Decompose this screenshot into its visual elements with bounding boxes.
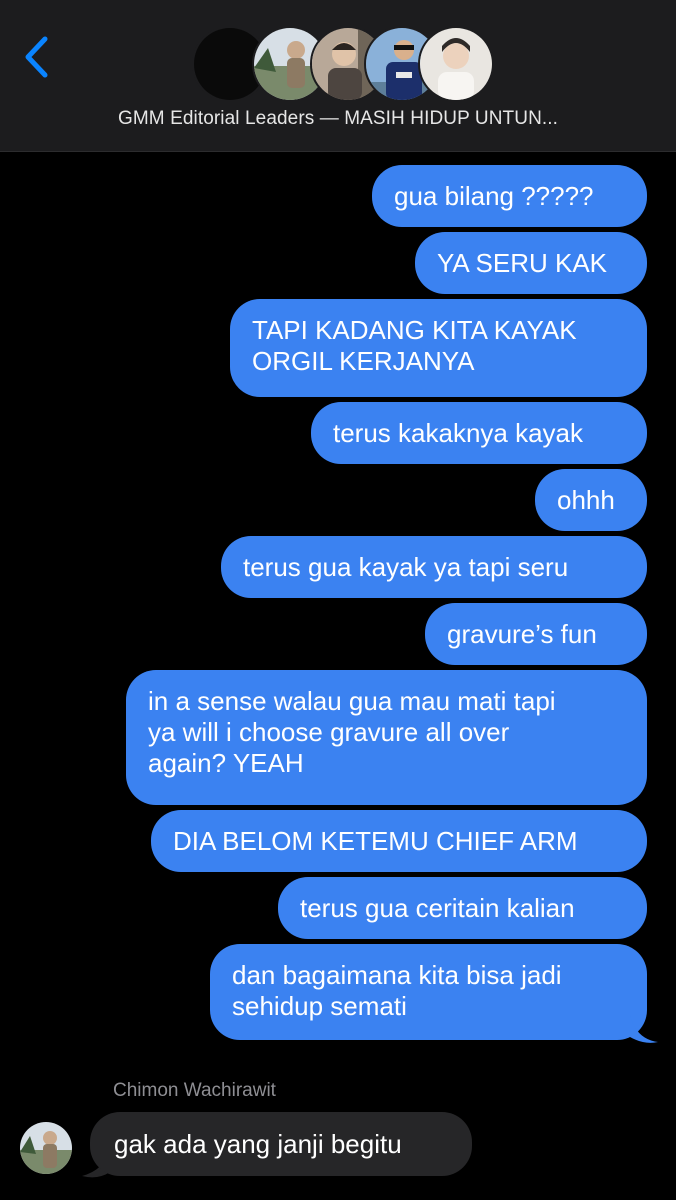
- group-title[interactable]: GMM Editorial Leaders — MASIH HIDUP UNTU…: [0, 108, 676, 130]
- message-bubble-outgoing[interactable]: in a sense walau gua mau mati tapi ya wi…: [126, 670, 647, 805]
- chevron-left-icon: [25, 36, 48, 78]
- message-bubble-outgoing[interactable]: YA SERU KAK: [415, 232, 647, 294]
- message-bubble-incoming[interactable]: gak ada yang janji begitu: [90, 1112, 472, 1176]
- message-bubble-outgoing[interactable]: terus gua kayak ya tapi seru: [221, 536, 647, 598]
- message-bubble-outgoing[interactable]: gua bilang ?????: [372, 165, 647, 227]
- message-bubble-outgoing[interactable]: dan bagaimana kita bisa jadi sehidup sem…: [210, 944, 647, 1040]
- message-bubble-outgoing[interactable]: ohhh: [535, 469, 647, 531]
- conversation-header: GMM Editorial Leaders — MASIH HIDUP UNTU…: [0, 0, 676, 152]
- sender-name: Chimon Wachirawit: [113, 1080, 276, 1101]
- message-bubble-outgoing[interactable]: DIA BELOM KETEMU CHIEF ARM: [151, 810, 647, 872]
- message-bubble-outgoing[interactable]: TAPI KADANG KITA KAYAK ORGIL KERJANYA: [230, 299, 647, 397]
- message-bubble-outgoing[interactable]: terus kakaknya kayak: [311, 402, 647, 464]
- message-bubble-outgoing[interactable]: terus gua ceritain kalian: [278, 877, 647, 939]
- avatar[interactable]: [20, 1122, 72, 1174]
- avatar: [418, 26, 494, 102]
- message-bubble-outgoing[interactable]: gravure’s fun: [425, 603, 647, 665]
- bubble-tail-outgoing: [630, 1015, 658, 1043]
- back-button[interactable]: [14, 30, 58, 84]
- group-avatars[interactable]: [192, 26, 494, 102]
